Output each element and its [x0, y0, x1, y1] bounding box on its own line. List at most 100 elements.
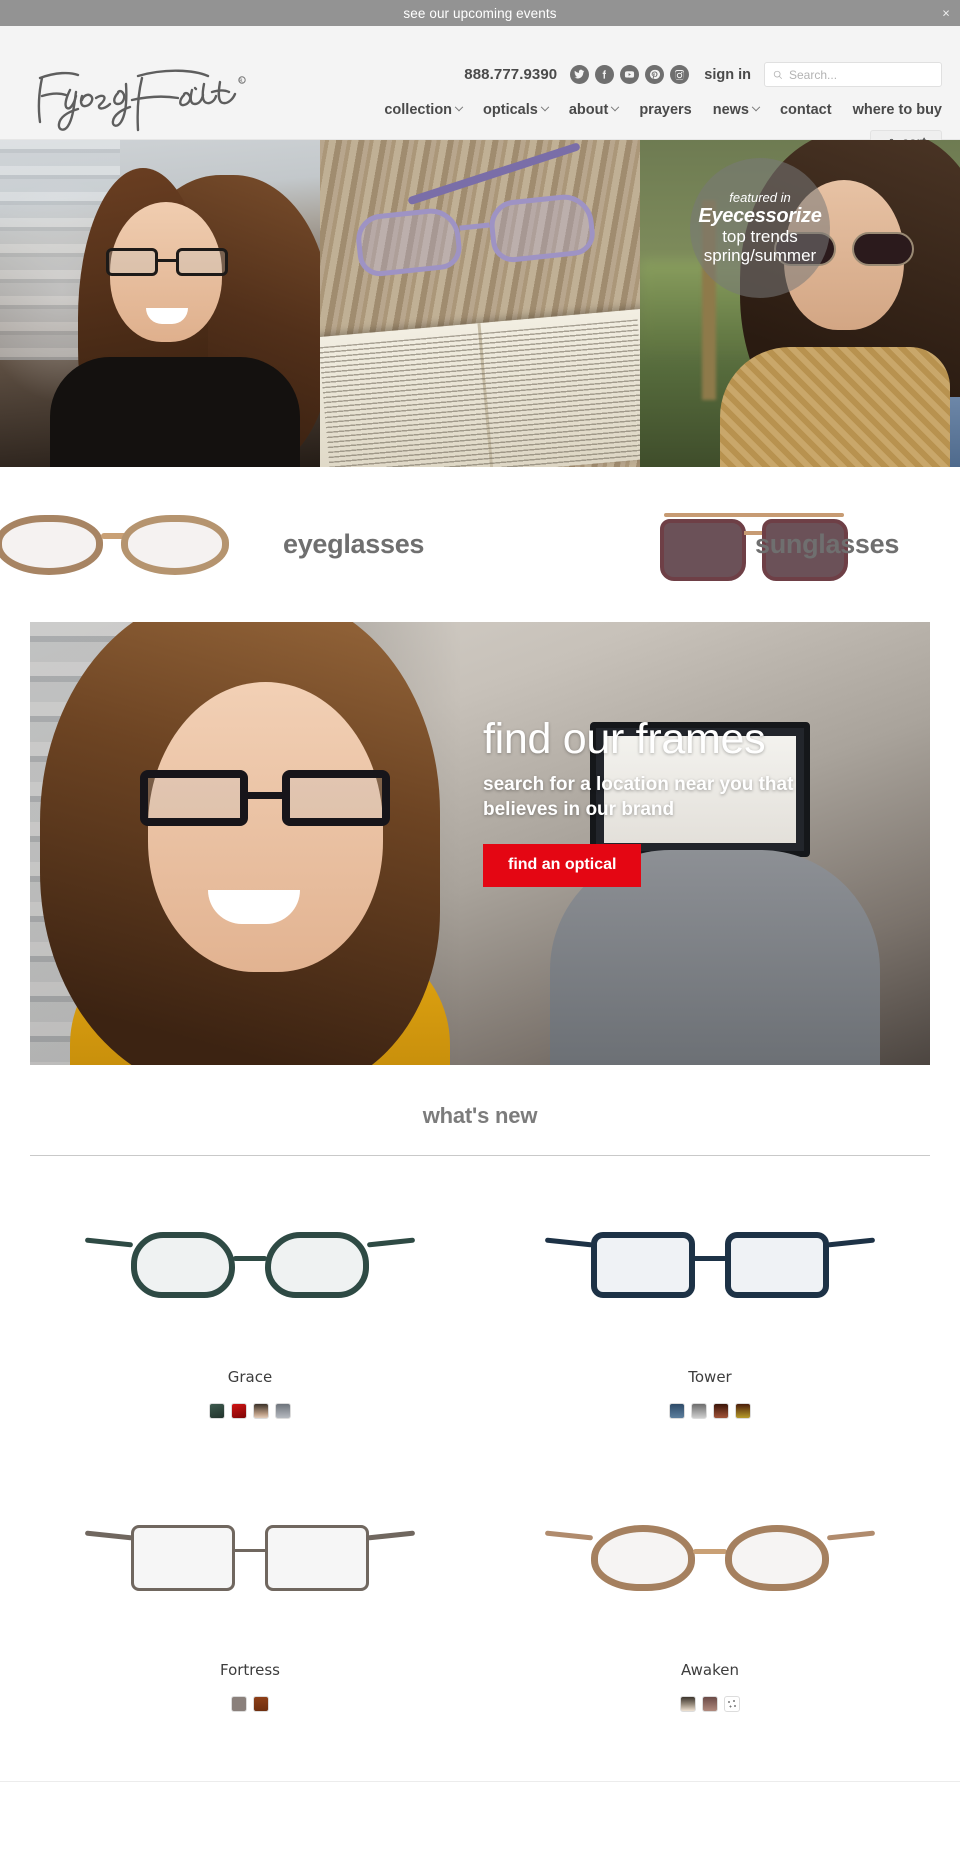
photo-open-bible: [320, 308, 640, 467]
color-swatch[interactable]: [275, 1403, 291, 1419]
twitter-icon[interactable]: [570, 65, 590, 84]
search-input[interactable]: [789, 67, 933, 82]
badge-line-2: Eyecessorize: [698, 205, 822, 228]
nav-label: about: [568, 102, 609, 118]
facebook-icon[interactable]: [595, 65, 615, 84]
pinterest-icon[interactable]: [645, 65, 665, 84]
eyeglasses-frame-icon: [84, 1521, 416, 1607]
hero-image-frames-on-bible[interactable]: [320, 140, 640, 467]
announcement-text[interactable]: see our upcoming events: [403, 6, 556, 21]
product-image: [30, 1489, 470, 1639]
nav-label: collection: [384, 102, 453, 118]
logo-wordmark-icon: R: [37, 69, 246, 132]
nav-item-collection[interactable]: collection: [384, 102, 464, 118]
category-strip: eyeglasses sunglasses: [0, 467, 960, 622]
chevron-down-icon: [540, 102, 550, 112]
sign-in-link[interactable]: sign in: [704, 67, 751, 83]
find-an-optical-button[interactable]: find an optical: [483, 843, 642, 887]
nav-item-about[interactable]: about: [568, 102, 620, 118]
youtube-icon[interactable]: [620, 65, 640, 84]
close-icon[interactable]: ×: [942, 7, 950, 20]
product-swatches: [30, 1696, 470, 1712]
nav-label: where to buy: [852, 102, 942, 118]
product-swatches: [490, 1403, 930, 1419]
color-swatch[interactable]: [253, 1403, 269, 1419]
color-swatch[interactable]: [691, 1403, 707, 1419]
product-image: [490, 1196, 930, 1346]
product-swatches: [490, 1696, 930, 1712]
category-sunglasses[interactable]: sunglasses: [480, 467, 960, 622]
nav-item-contact[interactable]: contact: [780, 102, 832, 118]
badge-line-1: featured in: [729, 189, 791, 205]
page-bottom-divider: [0, 1742, 960, 1782]
nav-label: news: [712, 102, 749, 118]
product-card-tower[interactable]: Tower: [480, 1156, 940, 1449]
product-name: Tower: [688, 1368, 732, 1386]
category-sunglasses-label: sunglasses: [755, 529, 900, 559]
eyeglasses-frame-art-icon: [0, 509, 245, 579]
hero-image-woman-sunglasses[interactable]: featured in Eyecessorize top trends spri…: [640, 140, 960, 467]
photo-torso: [50, 357, 300, 467]
chevron-down-icon: [454, 102, 464, 112]
color-swatch[interactable]: [713, 1403, 729, 1419]
search-icon: [773, 70, 783, 79]
nav-item-opticals[interactable]: opticals: [483, 102, 550, 118]
find-frames-subtitle: search for a location near you that beli…: [483, 773, 794, 820]
search-box[interactable]: [764, 62, 942, 87]
chevron-down-icon: [611, 102, 620, 112]
photo-eyeglasses: [106, 248, 228, 278]
nav-item-news[interactable]: news: [712, 102, 761, 118]
nav-item-where-to-buy[interactable]: where to buy: [853, 102, 942, 118]
nav-label: contact: [779, 102, 832, 118]
find-frames-copy: find our frames search for a location ne…: [483, 717, 923, 887]
photo-scarf: [720, 347, 950, 467]
hero-image-woman-eyeglasses[interactable]: [0, 140, 320, 467]
badge-line-4: spring/summer: [703, 246, 817, 266]
color-swatch[interactable]: [669, 1403, 685, 1419]
find-frames-banner: find our frames search for a location ne…: [30, 622, 930, 1065]
nav-label: prayers: [639, 102, 692, 118]
product-name: Fortress: [219, 1661, 280, 1679]
product-card-fortress[interactable]: Fortress: [20, 1449, 480, 1742]
social-links: [570, 65, 690, 84]
product-swatches: [30, 1403, 470, 1419]
nav-item-prayers[interactable]: prayers: [639, 102, 691, 118]
product-name: Awaken: [680, 1661, 739, 1679]
hero-collage: featured in Eyecessorize top trends spri…: [0, 140, 960, 467]
whats-new-heading: what's new: [422, 1103, 538, 1128]
whats-new-product-grid: Grace Tower Fortress Awaken: [0, 1156, 960, 1742]
banner-model-eyeglasses: [140, 770, 390, 830]
color-swatch[interactable]: [231, 1696, 247, 1712]
color-swatch[interactable]: [209, 1403, 225, 1419]
eyeglasses-frame-icon: [84, 1228, 416, 1314]
instagram-icon[interactable]: [670, 65, 690, 84]
product-card-awaken[interactable]: Awaken: [480, 1449, 940, 1742]
color-swatch[interactable]: [702, 1696, 718, 1712]
color-swatch[interactable]: [680, 1696, 696, 1712]
product-name: Grace: [227, 1368, 273, 1386]
chevron-down-icon: [751, 102, 761, 112]
header-utility-row: 888.777.9390 sign in: [464, 62, 942, 87]
badge-line-3: top trends: [722, 227, 798, 247]
site-header: R 888.777.9390 sign in Search... collect…: [0, 26, 960, 154]
color-swatch[interactable]: [735, 1403, 751, 1419]
more-colors-swatch[interactable]: [724, 1696, 740, 1712]
color-swatch[interactable]: [231, 1403, 247, 1419]
find-frames-section: find our frames search for a location ne…: [0, 622, 960, 1065]
category-eyeglasses[interactable]: eyeglasses: [0, 467, 480, 622]
product-image: [30, 1196, 470, 1346]
category-eyeglasses-label: eyeglasses: [283, 529, 425, 559]
main-navigation: collection opticals about prayers news c…: [384, 102, 942, 118]
product-card-grace[interactable]: Grace: [20, 1156, 480, 1449]
phone-number[interactable]: 888.777.9390: [464, 66, 557, 83]
eyeglasses-frame-icon: [544, 1228, 876, 1314]
product-image: [490, 1489, 930, 1639]
site-logo[interactable]: R: [26, 62, 251, 136]
announcement-bar: see our upcoming events ×: [0, 0, 960, 26]
featured-badge[interactable]: featured in Eyecessorize top trends spri…: [690, 158, 830, 298]
eyeglasses-frame-icon: [544, 1521, 876, 1607]
find-frames-title: find our frames: [483, 715, 766, 763]
color-swatch[interactable]: [253, 1696, 269, 1712]
photo-bible-text: [320, 319, 640, 467]
nav-label: opticals: [483, 102, 538, 118]
